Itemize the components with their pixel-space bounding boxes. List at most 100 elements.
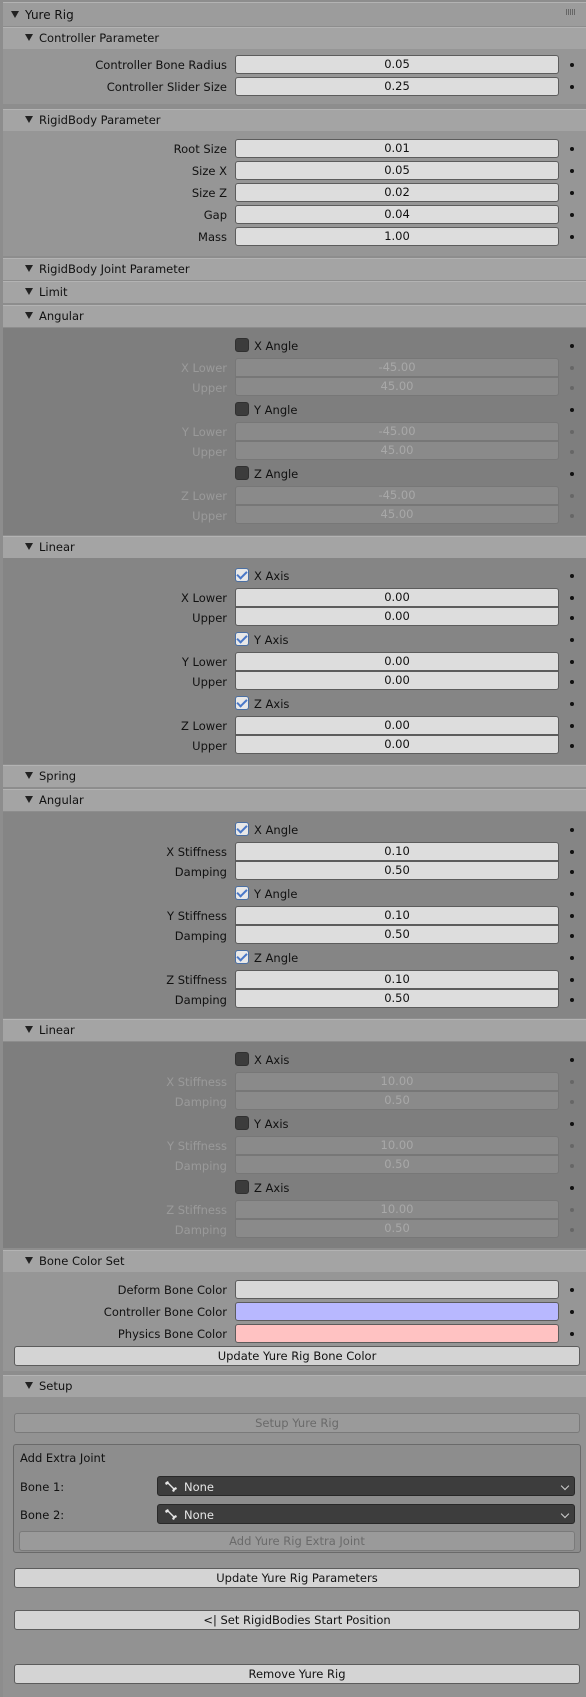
keyframe-dot-icon[interactable] <box>570 1080 574 1084</box>
physics-bone-color-swatch[interactable] <box>235 1324 559 1343</box>
keyframe-dot-icon[interactable] <box>570 1144 574 1148</box>
section-header-spring[interactable]: Spring <box>3 765 586 787</box>
keyframe-dot-icon[interactable] <box>570 850 574 854</box>
x-damping-field[interactable]: 0.50 <box>235 861 559 880</box>
y-stiffness-field[interactable]: 0.10 <box>235 906 559 925</box>
section-header-controller[interactable]: Controller Parameter <box>3 27 586 49</box>
keyframe-dot-icon[interactable] <box>570 494 574 498</box>
set-start-position-button[interactable]: <| Set RigidBodies Start Position <box>14 1610 580 1630</box>
keyframe-dot-icon[interactable] <box>570 169 574 173</box>
section-header-setup[interactable]: Setup <box>3 1375 586 1397</box>
update-bone-color-button[interactable]: Update Yure Rig Bone Color <box>14 1346 580 1366</box>
keyframe-dot-icon[interactable] <box>570 213 574 217</box>
keyframe-dot-icon[interactable] <box>570 1332 574 1336</box>
keyframe-dot-icon[interactable] <box>570 514 574 518</box>
keyframe-dot-icon[interactable] <box>570 408 574 412</box>
keyframe-dot-icon[interactable] <box>570 914 574 918</box>
y-stiffness-field[interactable]: 10.00 <box>235 1136 559 1155</box>
x-stiffness-field[interactable]: 0.10 <box>235 842 559 861</box>
keyframe-dot-icon[interactable] <box>570 660 574 664</box>
z-damping-field[interactable]: 0.50 <box>235 989 559 1008</box>
collapse-triangle-icon[interactable] <box>25 543 33 550</box>
collapse-triangle-icon[interactable] <box>25 288 33 295</box>
keyframe-dot-icon[interactable] <box>570 1186 574 1190</box>
keyframe-dot-icon[interactable] <box>570 1208 574 1212</box>
section-header-joint[interactable]: RigidBody Joint Parameter <box>3 258 586 280</box>
drag-grip-icon[interactable] <box>566 9 576 15</box>
root-size-field[interactable]: 0.01 <box>235 139 559 158</box>
collapse-triangle-icon[interactable] <box>25 772 33 779</box>
z-upper-field[interactable]: 0.00 <box>235 735 559 754</box>
collapse-triangle-icon[interactable] <box>11 11 19 18</box>
y-axis-checkbox[interactable] <box>235 632 249 646</box>
x-angle-checkbox[interactable] <box>235 338 249 352</box>
keyframe-dot-icon[interactable] <box>570 956 574 960</box>
x-axis-checkbox[interactable] <box>235 1052 249 1066</box>
keyframe-dot-icon[interactable] <box>570 147 574 151</box>
deform-bone-color-swatch[interactable] <box>235 1280 559 1299</box>
section-header-limit[interactable]: Limit <box>3 281 586 303</box>
add-extra-joint-button[interactable]: Add Yure Rig Extra Joint <box>19 1531 575 1551</box>
keyframe-dot-icon[interactable] <box>570 724 574 728</box>
z-damping-field[interactable]: 0.50 <box>235 1219 559 1238</box>
x-lower-field[interactable]: -45.00 <box>235 358 559 377</box>
keyframe-dot-icon[interactable] <box>570 828 574 832</box>
keyframe-dot-icon[interactable] <box>570 1058 574 1062</box>
keyframe-dot-icon[interactable] <box>570 450 574 454</box>
collapse-triangle-icon[interactable] <box>25 116 33 123</box>
y-axis-checkbox[interactable] <box>235 1116 249 1130</box>
keyframe-dot-icon[interactable] <box>570 934 574 938</box>
panel-header[interactable]: Yure Rig <box>3 2 586 26</box>
keyframe-dot-icon[interactable] <box>570 744 574 748</box>
x-angle-checkbox[interactable] <box>235 822 249 836</box>
section-header-spring-linear[interactable]: Linear <box>3 1019 586 1041</box>
collapse-triangle-icon[interactable] <box>25 34 33 41</box>
keyframe-dot-icon[interactable] <box>570 1164 574 1168</box>
keyframe-dot-icon[interactable] <box>570 680 574 684</box>
keyframe-dot-icon[interactable] <box>570 366 574 370</box>
remove-yure-rig-button[interactable]: Remove Yure Rig <box>14 1664 580 1684</box>
keyframe-dot-icon[interactable] <box>570 1288 574 1292</box>
section-header-spring-angular[interactable]: Angular <box>3 789 586 811</box>
section-header-limit-angular[interactable]: Angular <box>3 305 586 327</box>
keyframe-dot-icon[interactable] <box>570 430 574 434</box>
size-z-field[interactable]: 0.02 <box>235 183 559 202</box>
keyframe-dot-icon[interactable] <box>570 386 574 390</box>
keyframe-dot-icon[interactable] <box>570 616 574 620</box>
x-axis-checkbox[interactable] <box>235 568 249 582</box>
z-lower-field[interactable]: 0.00 <box>235 716 559 735</box>
keyframe-dot-icon[interactable] <box>570 472 574 476</box>
controller-slider-size-field[interactable]: 0.25 <box>235 77 559 96</box>
y-upper-field[interactable]: 0.00 <box>235 671 559 690</box>
collapse-triangle-icon[interactable] <box>25 1382 33 1389</box>
x-lower-field[interactable]: 0.00 <box>235 588 559 607</box>
y-upper-field[interactable]: 45.00 <box>235 441 559 460</box>
y-angle-checkbox[interactable] <box>235 886 249 900</box>
y-angle-checkbox[interactable] <box>235 402 249 416</box>
size-x-field[interactable]: 0.05 <box>235 161 559 180</box>
z-axis-checkbox[interactable] <box>235 696 249 710</box>
keyframe-dot-icon[interactable] <box>570 1228 574 1232</box>
keyframe-dot-icon[interactable] <box>570 998 574 1002</box>
z-lower-field[interactable]: -45.00 <box>235 486 559 505</box>
setup-yure-rig-button[interactable]: Setup Yure Rig <box>14 1413 580 1433</box>
keyframe-dot-icon[interactable] <box>570 870 574 874</box>
z-angle-checkbox[interactable] <box>235 950 249 964</box>
z-axis-checkbox[interactable] <box>235 1180 249 1194</box>
keyframe-dot-icon[interactable] <box>570 85 574 89</box>
z-upper-field[interactable]: 45.00 <box>235 505 559 524</box>
collapse-triangle-icon[interactable] <box>25 312 33 319</box>
keyframe-dot-icon[interactable] <box>570 702 574 706</box>
controller-bone-color-swatch[interactable] <box>235 1302 559 1321</box>
keyframe-dot-icon[interactable] <box>570 191 574 195</box>
keyframe-dot-icon[interactable] <box>570 344 574 348</box>
x-upper-field[interactable]: 0.00 <box>235 607 559 626</box>
gap-field[interactable]: 0.04 <box>235 205 559 224</box>
keyframe-dot-icon[interactable] <box>570 574 574 578</box>
y-lower-field[interactable]: -45.00 <box>235 422 559 441</box>
keyframe-dot-icon[interactable] <box>570 1122 574 1126</box>
z-angle-checkbox[interactable] <box>235 466 249 480</box>
section-header-bone-color[interactable]: Bone Color Set <box>3 1250 586 1272</box>
keyframe-dot-icon[interactable] <box>570 596 574 600</box>
keyframe-dot-icon[interactable] <box>570 892 574 896</box>
